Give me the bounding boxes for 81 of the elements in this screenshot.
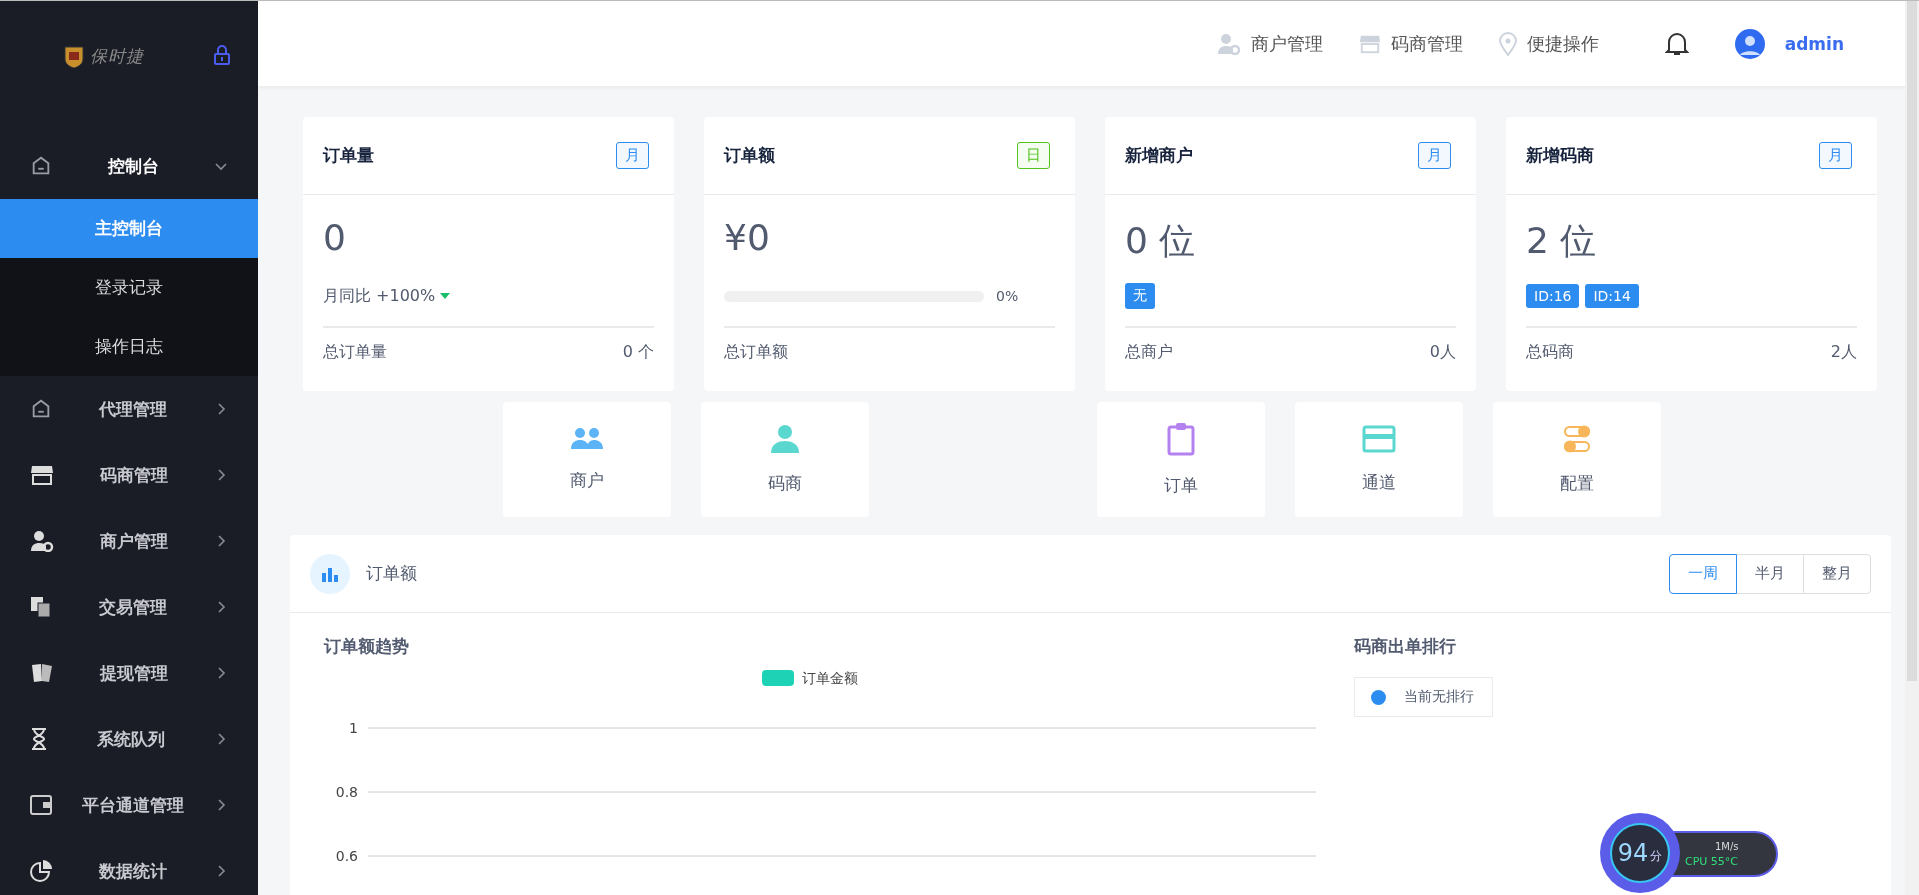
trend-text: 月同比 +100% (323, 285, 451, 307)
card-icon (1362, 425, 1396, 453)
user-name[interactable]: admin (1784, 33, 1844, 54)
stat-value: 2 位 (1526, 219, 1598, 263)
period-badge: 月 (616, 142, 649, 169)
footer-label: 总订单量 (323, 342, 387, 363)
card-title: 订单量 (323, 144, 374, 167)
shortcut-tile[interactable]: 订单 (1097, 402, 1265, 517)
y-tick-label: 1 (349, 720, 358, 736)
sidebar-item[interactable]: 控制台 (0, 133, 258, 199)
card-title: 新增商户 (1125, 144, 1193, 167)
header-link[interactable]: 商户管理 (1216, 31, 1323, 56)
footer-label: 总商户 (1125, 342, 1173, 363)
users-icon (570, 427, 604, 451)
pie-chart-icon (30, 860, 52, 882)
documents-icon (30, 596, 52, 618)
sidebar-subitem[interactable]: 操作日志 (0, 317, 258, 376)
sidebar-item[interactable]: 代理管理 (0, 376, 258, 442)
card-title: 新增码商 (1526, 144, 1594, 167)
user-gear-icon (1216, 32, 1241, 55)
avatar-icon[interactable] (1734, 28, 1765, 59)
stat-value: ¥0 (724, 217, 771, 260)
sidebar-item[interactable]: 提现管理 (0, 640, 258, 706)
location-pin-icon (1498, 31, 1517, 56)
lock-icon[interactable] (214, 45, 230, 65)
footer-label: 总码商 (1526, 342, 1574, 363)
wallet-icon (30, 795, 52, 815)
shortcut-tile[interactable]: 商户 (503, 402, 671, 517)
logo-text: 保时捷 (90, 45, 144, 68)
sidebar-subitem[interactable]: 登录记录 (0, 258, 258, 317)
legend-item: 订单金额 (762, 670, 858, 686)
progress-percent: 0% (996, 288, 1019, 304)
stat-value: 0 位 (1125, 219, 1197, 263)
header-link[interactable]: 便捷操作 (1498, 31, 1599, 56)
sidebar-item[interactable]: 码商管理 (0, 442, 258, 508)
footer-value: 0 个 (622, 342, 654, 363)
sidebar-item[interactable]: 商户管理 (0, 508, 258, 574)
ranking-empty-text: 当前无排行 (1404, 688, 1474, 706)
user-icon (769, 424, 801, 454)
id-tag: ID:16 (1526, 284, 1580, 308)
id-tag: 无 (1125, 283, 1155, 309)
ranking-title: 码商出单排行 (1354, 635, 1456, 658)
store-icon (30, 464, 54, 486)
user-gear-icon (30, 530, 54, 552)
status-dot (1371, 689, 1386, 705)
range-button[interactable]: 整月 (1803, 553, 1871, 594)
home-icon (30, 155, 52, 177)
range-button[interactable]: 一周 (1669, 553, 1737, 594)
shortcut-tile[interactable]: 配置 (1493, 402, 1661, 517)
sidebar-item[interactable]: 数据统计 (0, 838, 258, 895)
header-link[interactable]: 码商管理 (1358, 31, 1463, 56)
y-tick-label: 0.8 (335, 784, 358, 800)
scrollbar[interactable] (1905, 1, 1919, 895)
range-button[interactable]: 半月 (1736, 553, 1804, 594)
id-tag: ID:14 (1585, 284, 1639, 308)
hourglass-icon (30, 728, 48, 750)
stat-value: 0 (323, 217, 347, 260)
clipboard-icon (1167, 422, 1195, 456)
footer-label: 总订单额 (724, 342, 788, 363)
sidebar-item[interactable]: 交易管理 (0, 574, 258, 640)
panel-title: 订单额 (366, 562, 418, 585)
card-title: 订单额 (724, 144, 775, 167)
footer-value: 0人 (1429, 342, 1456, 363)
chart-title: 订单额趋势 (324, 635, 410, 658)
period-badge: 日 (1017, 142, 1050, 169)
shortcut-tile[interactable]: 通道 (1295, 402, 1463, 517)
toggles-icon (1562, 424, 1592, 454)
shortcut-tile[interactable]: 码商 (701, 402, 869, 517)
period-badge: 月 (1819, 142, 1852, 169)
sidebar-item[interactable]: 系统队列 (0, 706, 258, 772)
footer-value: 2人 (1830, 342, 1857, 363)
sidebar-item[interactable]: 平台通道管理 (0, 772, 258, 838)
caret-down-icon (440, 293, 451, 299)
legend-label: 订单金额 (802, 670, 858, 686)
crest-icon (64, 45, 84, 69)
home-icon (30, 398, 52, 420)
cards-icon (30, 662, 54, 684)
bar-chart-icon (321, 565, 339, 582)
period-badge: 月 (1418, 142, 1451, 169)
y-tick-label: 0.6 (335, 848, 358, 864)
bell-icon[interactable] (1664, 30, 1689, 57)
